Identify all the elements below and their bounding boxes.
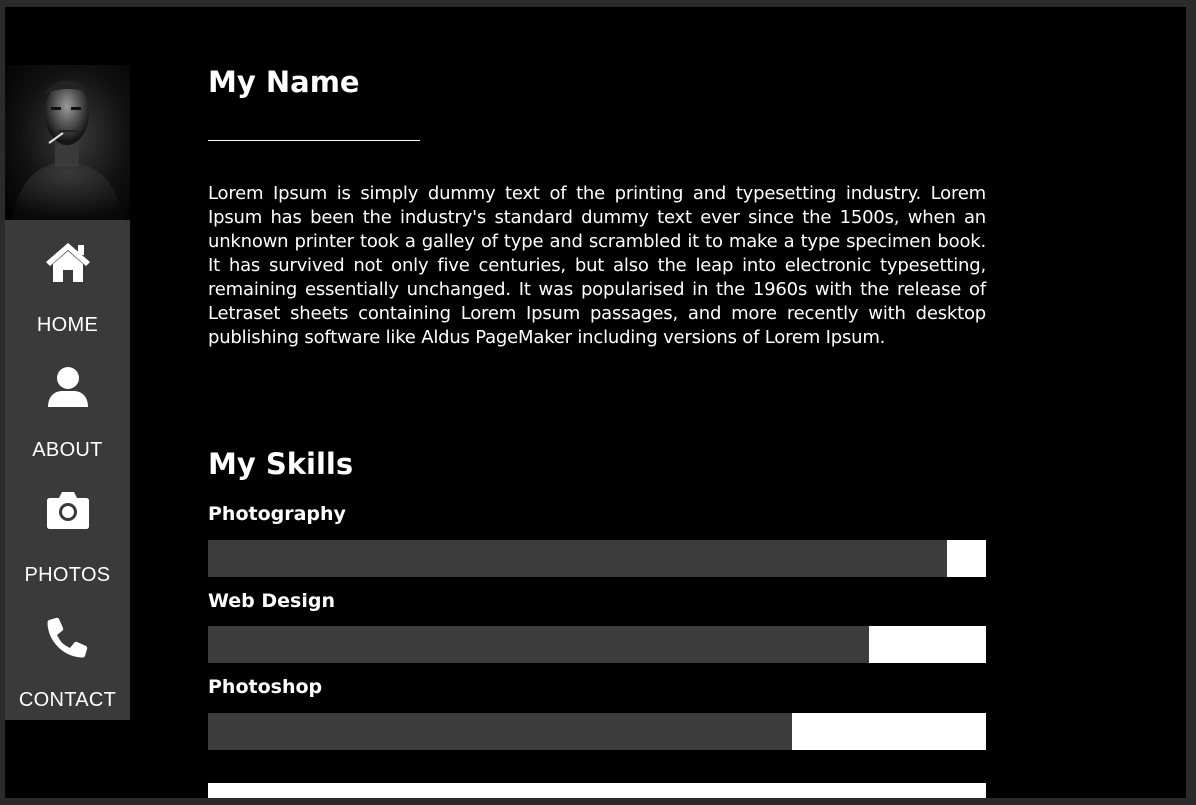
nav-item-about[interactable]: ABOUT [5,345,130,470]
camera-icon [5,490,130,538]
bio-paragraph: Lorem Ipsum is simply dummy text of the … [208,183,986,348]
title-divider [208,140,420,141]
skill-fill [208,713,792,750]
nav-label-home: HOME [36,314,99,336]
user-icon [5,365,130,413]
page-title: My Name [208,65,360,99]
nav-item-home[interactable]: HOME [5,220,130,345]
skill-label-photography: Photography [208,503,346,525]
nav-label-about: ABOUT [32,439,103,461]
skill-bar-photoshop [208,713,986,750]
nav-item-photos[interactable]: PHOTOS [5,470,130,595]
skill-fill [208,540,948,577]
sidebar-nav: HOME ABOUT PHOTOS CONTACT [5,220,130,720]
profile-photo [5,65,130,220]
home-icon [5,240,130,288]
skill-bar-partial [208,783,986,798]
phone-icon [5,615,130,663]
skill-label-photoshop: Photoshop [208,676,323,698]
skill-bar-photography [208,540,986,577]
nav-label-contact: CONTACT [18,689,117,711]
skill-bar-web-design [208,626,986,663]
skill-label-web-design: Web Design [208,590,335,612]
nav-item-contact[interactable]: CONTACT [5,595,130,720]
skills-heading: My Skills [208,447,354,481]
nav-label-photos: PHOTOS [24,564,111,586]
portrait-image [13,80,123,220]
skill-fill [208,626,870,663]
page-frame: HOME ABOUT PHOTOS CONTACT My Name Lorem … [5,7,1186,798]
